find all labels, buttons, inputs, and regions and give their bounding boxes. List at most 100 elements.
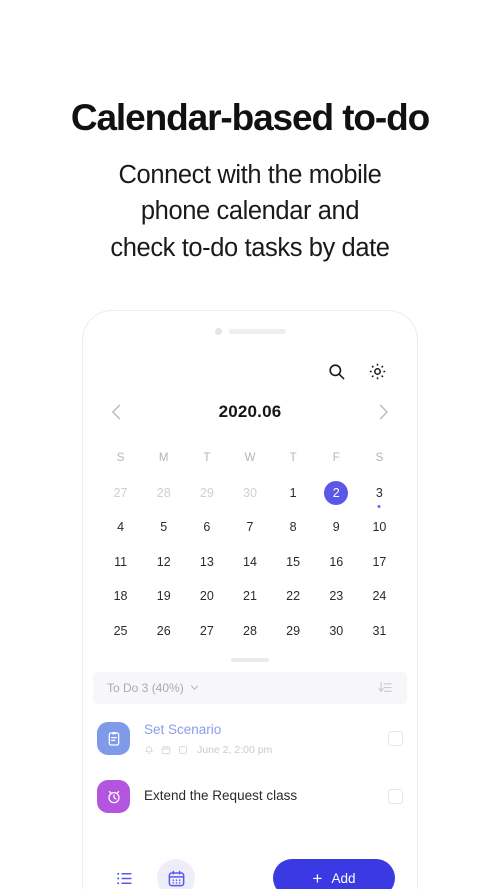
clipboard-icon — [97, 722, 130, 756]
calendar-day-number[interactable]: 31 — [367, 619, 391, 643]
calendar-icon — [161, 745, 171, 755]
calendar-day-cell[interactable]: 20 — [185, 579, 228, 614]
calendar-day-selected[interactable]: 2 — [324, 480, 349, 505]
calendar-day-number[interactable]: 27 — [109, 481, 133, 505]
calendar-day-number[interactable]: 5 — [152, 515, 176, 539]
calendar-day-cell[interactable]: 27 — [185, 614, 228, 649]
calendar-day-cell[interactable]: 9 — [315, 510, 358, 545]
page-title: Calendar-based to-do — [70, 97, 430, 138]
calendar-day-cell[interactable]: 12 — [142, 545, 185, 580]
calendar-day-number[interactable]: 19 — [152, 584, 176, 608]
calendar-day-cell[interactable]: 3 — [358, 476, 401, 511]
day-header-label: S — [116, 452, 125, 465]
calendar-day-cell[interactable]: 16 — [315, 545, 358, 580]
calendar-day-cell[interactable]: 2 — [315, 476, 358, 511]
calendar-day-cell[interactable]: 30 — [228, 476, 271, 511]
calendar-day-cell[interactable]: 14 — [228, 545, 271, 580]
task-list: Set Scenario June 2, 2:00 pm Extend the Re… — [83, 704, 417, 826]
sheet-drag-handle[interactable] — [83, 648, 417, 668]
task-body: Extend the Request class — [144, 788, 374, 805]
calendar-day-cell[interactable]: 15 — [272, 545, 315, 580]
promo-header: Calendar-based to-do Connect with the mo… — [0, 0, 500, 267]
todo-filter-dropdown[interactable]: To Do 3 (40%) — [107, 681, 199, 695]
task-meta: June 2, 2:00 pm — [144, 744, 374, 756]
task-row[interactable]: Extend the Request class — [97, 768, 403, 825]
calendar-day-number[interactable]: 10 — [367, 515, 391, 539]
calendar-day-number[interactable]: 30 — [238, 481, 262, 505]
calendar-day-cell[interactable]: 6 — [185, 510, 228, 545]
calendar-day-cell[interactable]: 10 — [358, 510, 401, 545]
calendar-day-cell[interactable]: 18 — [99, 579, 142, 614]
calendar-day-cell[interactable]: 24 — [358, 579, 401, 614]
calendar-day-cell[interactable]: 21 — [228, 579, 271, 614]
calendar-day-number[interactable]: 28 — [238, 619, 262, 643]
calendar-day-cell[interactable]: 28 — [142, 476, 185, 511]
calendar-day-number[interactable]: 7 — [238, 515, 262, 539]
sort-icon[interactable] — [378, 680, 393, 695]
calendar-day-number[interactable]: 23 — [324, 584, 348, 608]
calendar-day-number[interactable]: 12 — [152, 550, 176, 574]
task-checkbox[interactable] — [388, 731, 403, 747]
calendar-day-cell[interactable]: 26 — [142, 614, 185, 649]
gear-icon[interactable] — [368, 362, 387, 381]
calendar-day-cell[interactable]: 19 — [142, 579, 185, 614]
calendar-day-cell[interactable]: 11 — [99, 545, 142, 580]
calendar-day-number[interactable]: 16 — [324, 550, 348, 574]
calendar-day-cell[interactable]: 4 — [99, 510, 142, 545]
bottom-navigation-bar: + Add — [83, 847, 417, 889]
calendar-day-number[interactable]: 26 — [152, 619, 176, 643]
calendar-day-number[interactable]: 15 — [281, 550, 305, 574]
calendar-day-number[interactable]: 29 — [281, 619, 305, 643]
calendar-day-number[interactable]: 30 — [324, 619, 348, 643]
calendar-day-cell[interactable]: 5 — [142, 510, 185, 545]
calendar-day-number[interactable]: 25 — [109, 619, 133, 643]
day-header-label: S — [375, 452, 384, 465]
calendar-day-number[interactable]: 20 — [195, 584, 219, 608]
calendar-day-cell[interactable]: 28 — [228, 614, 271, 649]
prev-month-button[interactable] — [107, 402, 127, 422]
calendar-day-cell[interactable]: 29 — [272, 614, 315, 649]
nav-calendar-button[interactable] — [157, 859, 195, 889]
calendar-day-number[interactable]: 18 — [109, 584, 133, 608]
day-header-label: M — [158, 452, 169, 465]
calendar-month-header: 2020.06 — [83, 391, 417, 433]
task-row[interactable]: Set Scenario June 2, 2:00 pm — [97, 710, 403, 769]
calendar-day-number[interactable]: 4 — [109, 515, 133, 539]
calendar-day-number[interactable]: 14 — [238, 550, 262, 574]
page-subtitle: Connect with the mobile phone calendar a… — [0, 157, 500, 267]
calendar-day-cell[interactable]: 17 — [358, 545, 401, 580]
calendar-day-number[interactable]: 21 — [238, 584, 262, 608]
calendar-day-number[interactable]: 8 — [281, 515, 305, 539]
calendar-day-cell[interactable]: 29 — [185, 476, 228, 511]
calendar-day-cell[interactable]: 8 — [272, 510, 315, 545]
calendar-day-cell[interactable]: 27 — [99, 476, 142, 511]
calendar-day-cell[interactable]: 25 — [99, 614, 142, 649]
calendar-day-cell[interactable]: 23 — [315, 579, 358, 614]
calendar-day-number[interactable]: 17 — [367, 550, 391, 574]
next-month-button[interactable] — [373, 402, 393, 422]
calendar-day-number[interactable]: 28 — [152, 481, 176, 505]
nav-list-button[interactable] — [105, 859, 143, 889]
calendar-day-number[interactable]: 27 — [195, 619, 219, 643]
calendar-day-number[interactable]: 13 — [195, 550, 219, 574]
add-task-button[interactable]: + Add — [273, 859, 395, 889]
calendar-day-number[interactable]: 22 — [281, 584, 305, 608]
calendar-day-cell[interactable]: 31 — [358, 614, 401, 649]
calendar-day-cell[interactable]: 1 — [272, 476, 315, 511]
calendar-day-number[interactable]: 6 — [195, 515, 219, 539]
calendar-day-number[interactable]: 24 — [367, 584, 391, 608]
calendar-day-cell[interactable]: 30 — [315, 614, 358, 649]
calendar-day-number[interactable]: 11 — [109, 550, 133, 574]
task-checkbox[interactable] — [388, 789, 403, 805]
calendar-day-number[interactable]: 29 — [195, 481, 219, 505]
calendar-day-number[interactable]: 1 — [281, 481, 305, 505]
calendar-day-cell[interactable]: 22 — [272, 579, 315, 614]
calendar-day-number[interactable]: 3 — [367, 481, 391, 505]
subtitle-line-3: check to-do tasks by date — [110, 234, 390, 263]
calendar-day-number[interactable]: 9 — [324, 515, 348, 539]
add-button-label: Add — [331, 870, 356, 886]
list-icon — [115, 869, 134, 888]
calendar-day-cell[interactable]: 13 — [185, 545, 228, 580]
search-icon[interactable] — [327, 362, 346, 381]
calendar-day-cell[interactable]: 7 — [228, 510, 271, 545]
